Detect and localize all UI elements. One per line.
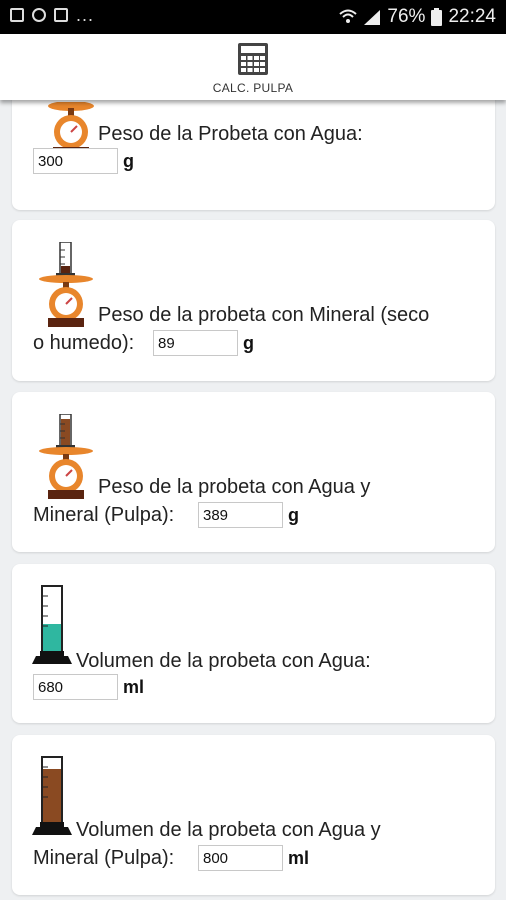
form-content[interactable]: Peso de la Probeta con Agua: g Peso de l… [0,100,506,900]
signal-icon [364,10,381,25]
app-title: CALC. PULPA [212,81,294,95]
label-volumen-probeta-pulpa-line2: Mineral (Pulpa): [33,847,175,869]
card-volumen-probeta-agua: Volumen de la probeta con Agua: ml [12,564,495,723]
app-bar: CALC. PULPA [0,34,506,100]
label-peso-probeta-pulpa-line1: Peso de la probeta con Agua y [98,476,371,498]
unit-peso-probeta-pulpa: g [288,505,299,525]
label-volumen-probeta-pulpa-line1: Volumen de la probeta con Agua y [76,819,381,841]
calculator-icon[interactable] [237,42,269,76]
card-peso-probeta-mineral: Peso de la probeta con Mineral (seco o h… [12,220,495,381]
label-peso-probeta-pulpa-line2: Mineral (Pulpa): [33,504,175,526]
card-volumen-probeta-pulpa: Volumen de la probeta con Agua y Mineral… [12,735,495,895]
card-peso-probeta-agua: Peso de la Probeta con Agua: g [12,100,495,210]
input-peso-probeta-mineral[interactable] [153,330,238,356]
label-volumen-probeta-agua: Volumen de la probeta con Agua: [76,650,371,672]
unit-volumen-probeta-agua: ml [123,677,145,697]
image-notification-icon [10,8,24,22]
more-notifications: ... [76,5,95,25]
wifi-icon [339,9,358,23]
notification-icons: ... [10,5,95,25]
window-notification-icon [54,8,68,22]
card-peso-probeta-pulpa: Peso de la probeta con Agua y Mineral (P… [12,392,495,552]
scale-with-pulp-cylinder-icon [39,414,93,499]
unit-volumen-probeta-pulpa: ml [288,848,310,868]
scale-with-cylinder-icon [39,242,93,327]
cylinder-pulp-icon [32,756,72,835]
input-peso-probeta-agua[interactable] [33,148,118,174]
label-peso-probeta-mineral-line1: Peso de la probeta con Mineral (seco [98,304,430,326]
battery-percent: 76% [387,6,426,27]
battery-icon [431,8,443,26]
label-peso-probeta-mineral-line2: o humedo): [33,332,135,354]
system-icons: 76% 22:24 [339,6,496,28]
label-peso-probeta-agua: Peso de la Probeta con Agua: [98,123,363,145]
input-volumen-probeta-agua[interactable] [33,674,118,700]
unit-peso-probeta-agua: g [123,151,134,171]
input-peso-probeta-pulpa[interactable] [198,502,283,528]
input-volumen-probeta-pulpa[interactable] [198,845,283,871]
status-bar: ... 76% 22:24 [0,0,506,34]
clock: 22:24 [448,6,496,27]
unit-peso-probeta-mineral: g [243,333,254,353]
app-notification-icon [32,8,46,22]
cylinder-water-icon [32,585,72,664]
